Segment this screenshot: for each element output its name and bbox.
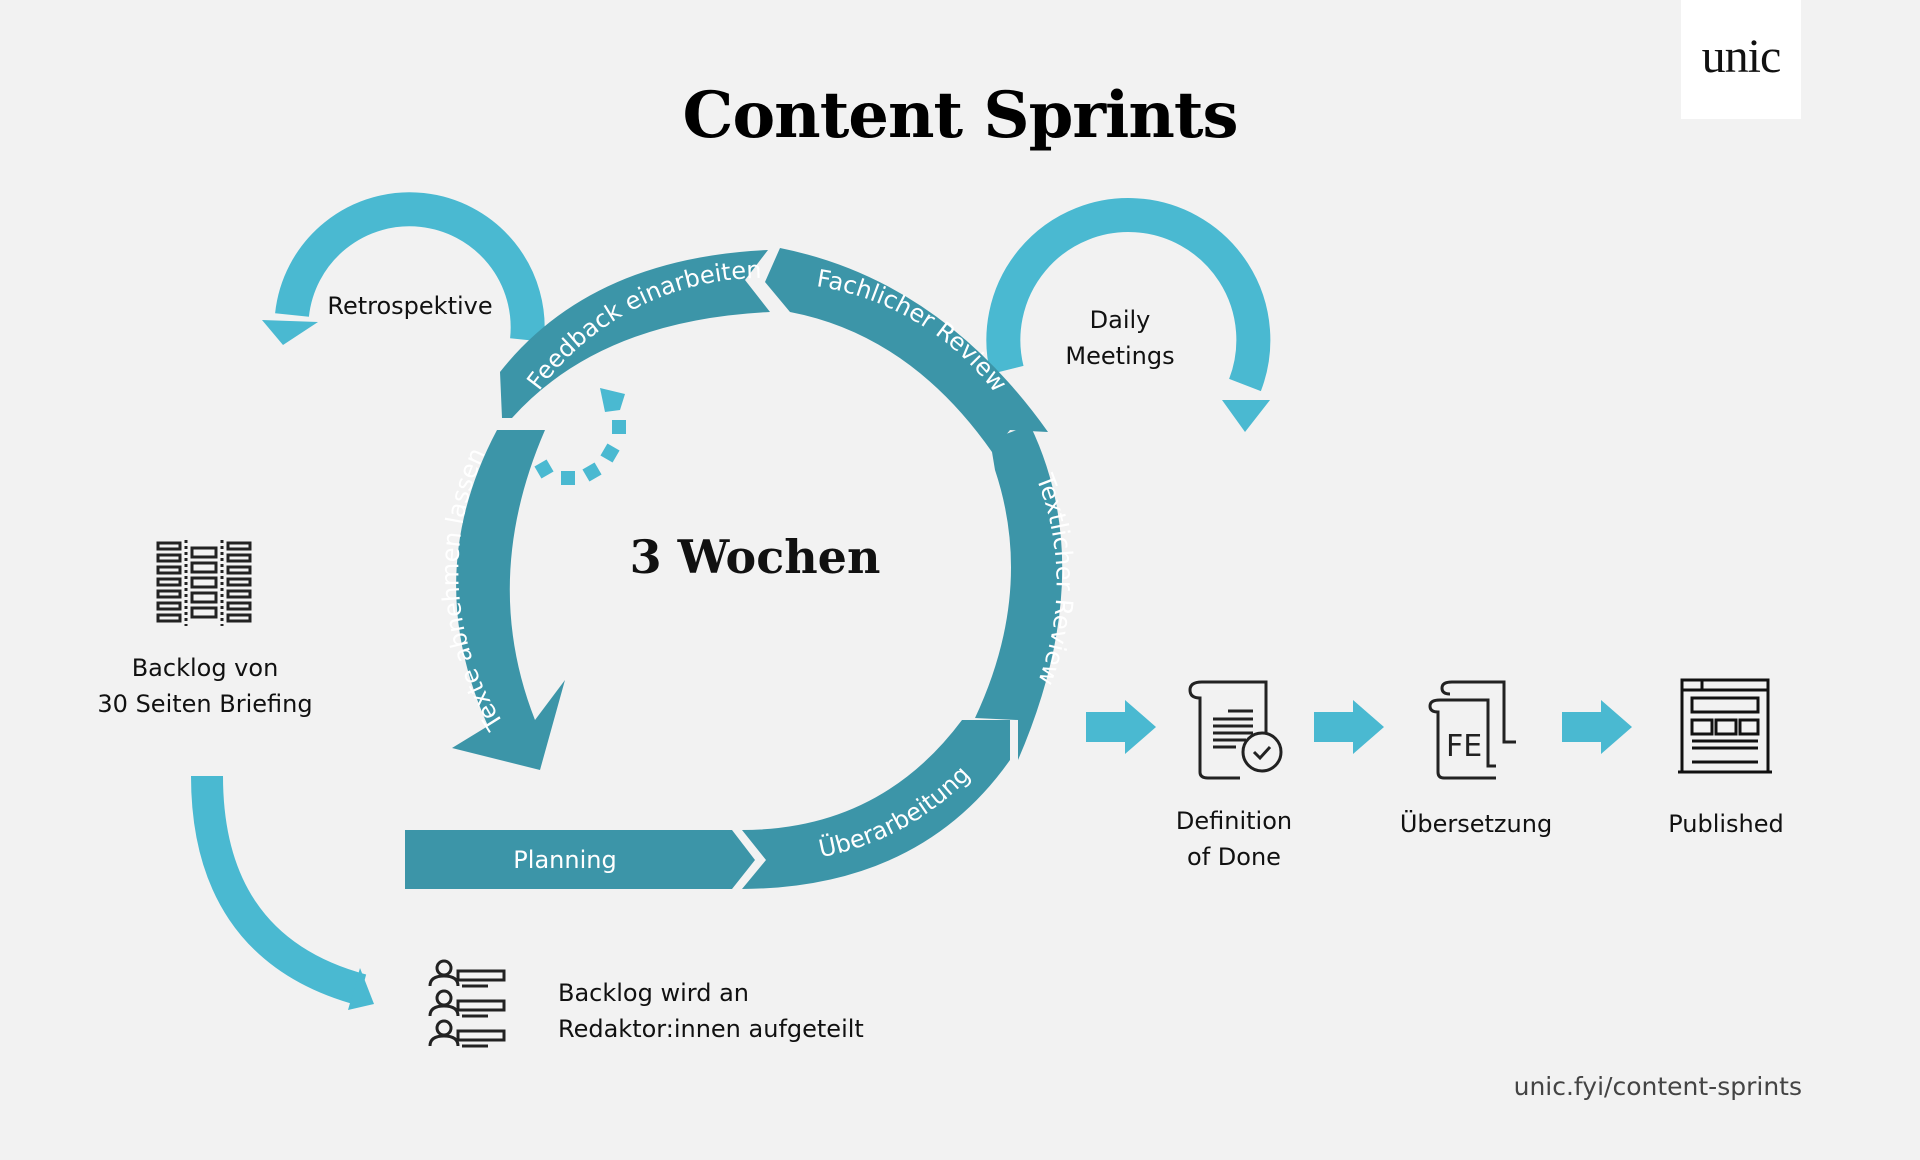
dashed-iteration-arrow <box>534 388 626 485</box>
translation-document-icon: FE <box>1428 680 1516 780</box>
arrow-to-uebersetzung <box>1314 700 1384 754</box>
arrow-to-published <box>1562 700 1632 754</box>
translation-icon-text: FE <box>1446 729 1482 764</box>
definition-of-done-line2: of Done <box>1187 843 1281 871</box>
editors-list-icon <box>428 959 506 1048</box>
distribution-label: Backlog wird an Redaktor:innen aufgeteil… <box>558 975 958 1047</box>
retrospektive-label: Retrospektive <box>327 292 493 320</box>
distribution-line2: Redaktor:innen aufgeteilt <box>558 1015 864 1043</box>
daily-meetings-line1: Daily <box>1089 306 1151 334</box>
published-label: Published <box>1668 810 1784 838</box>
document-check-icon <box>1188 680 1283 780</box>
distribution-line1: Backlog wird an <box>558 979 750 1007</box>
backlog-line2: 30 Seiten Briefing <box>97 690 313 718</box>
cycle-duration-label: 3 Wochen <box>629 530 881 584</box>
webpage-icon <box>1678 678 1772 774</box>
backlog-to-editors-arrow <box>191 775 374 1010</box>
backlog-label: Backlog von 30 Seiten Briefing <box>60 650 350 722</box>
diagram-canvas: Planning Überarbeitung Textlicher Review… <box>156 192 1772 1048</box>
daily-meetings-label: Daily Meetings <box>1030 302 1210 374</box>
definition-of-done-line1: Definition <box>1175 807 1293 835</box>
backlog-line1: Backlog von <box>131 654 279 682</box>
arrow-to-definition-of-done <box>1086 700 1156 754</box>
infographic: Content Sprints unic Planning Überarbeit… <box>0 0 1920 1160</box>
retrospektive-loop-arrow <box>262 192 545 345</box>
uebersetzung-label: Übersetzung <box>1399 810 1553 838</box>
footer-url[interactable]: unic.fyi/content-sprints <box>1514 1072 1802 1101</box>
pipeline-arrows <box>1086 700 1632 754</box>
backlog-columns-icon <box>156 540 252 626</box>
stage-ueberarbeitung <box>742 720 1010 889</box>
definition-of-done-label: Definition of Done <box>1134 803 1334 875</box>
stage-label-planning: Planning <box>513 846 616 874</box>
daily-meetings-line2: Meetings <box>1065 342 1175 370</box>
